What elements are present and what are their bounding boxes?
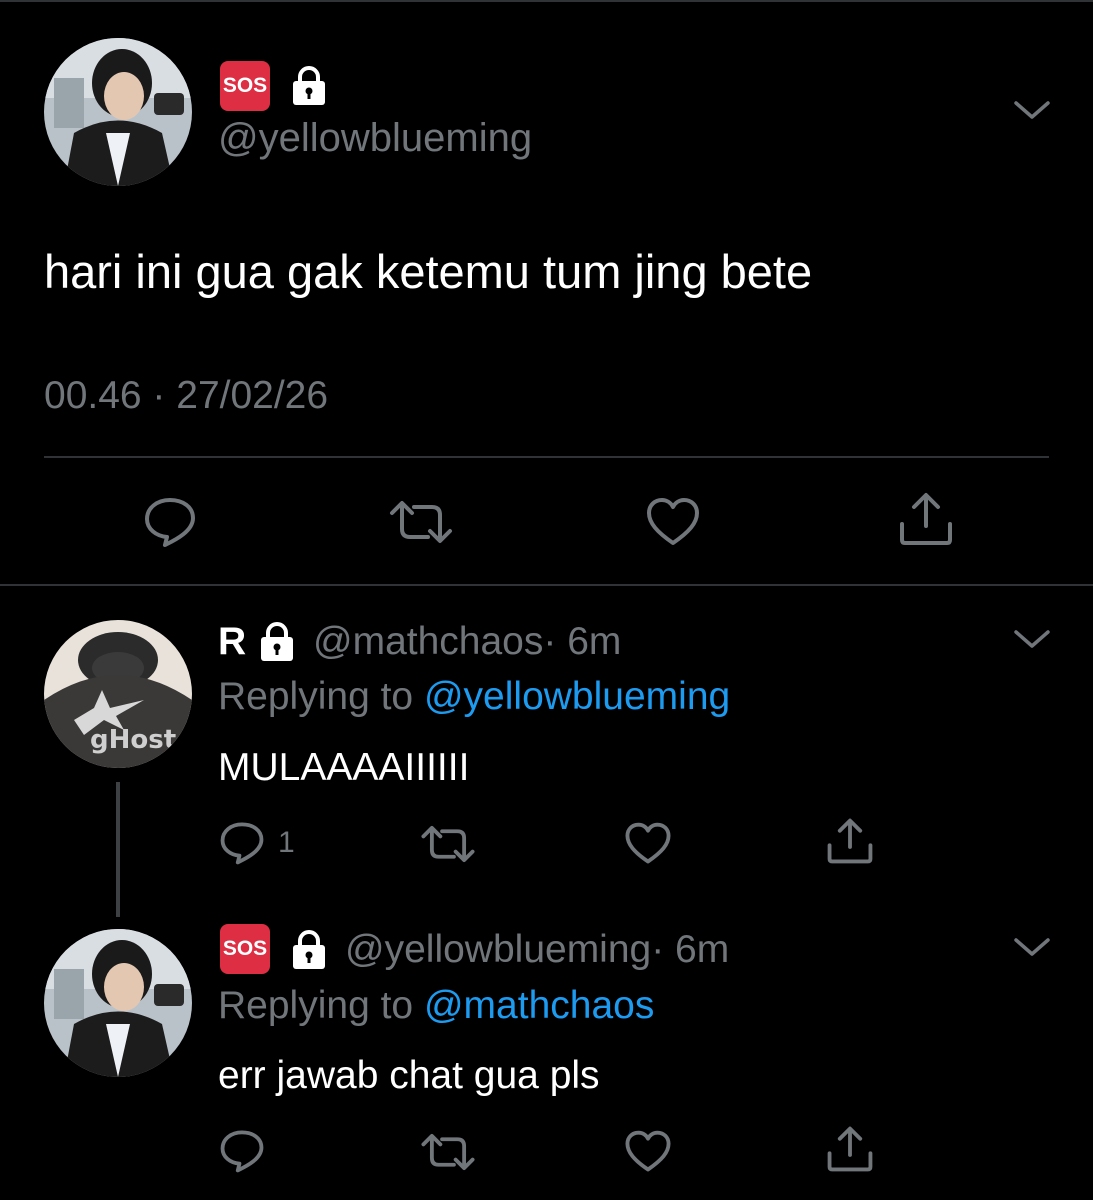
divider xyxy=(0,584,1093,586)
replying-to-label: Replying to xyxy=(218,675,414,718)
avatar-photo xyxy=(44,38,192,186)
top-divider xyxy=(0,0,1093,2)
author-handle[interactable]: @yellowblueming xyxy=(218,116,532,161)
avatar[interactable] xyxy=(44,38,192,186)
chevron-down-icon[interactable] xyxy=(1012,932,1052,967)
sos-badge: SOS xyxy=(220,61,270,111)
reply-author-handle[interactable]: @yellowblueming· 6m xyxy=(345,928,729,972)
reply-count: 1 xyxy=(278,826,295,859)
reply-author-handle[interactable]: @mathchaos· 6m xyxy=(313,620,621,664)
chevron-down-icon[interactable] xyxy=(1012,95,1052,130)
like-icon[interactable] xyxy=(645,497,701,552)
handle-text[interactable]: @yellowblueming xyxy=(345,928,651,971)
tweet-text: hari ini gua gak ketemu tum jing bete xyxy=(44,245,813,298)
mention-link[interactable]: @yellowblueming xyxy=(424,675,730,718)
share-icon[interactable] xyxy=(826,818,874,869)
replying-to-line: Replying to @mathchaos xyxy=(218,984,654,1028)
tweet-timestamp[interactable]: 00.46 · 27/02/26 xyxy=(44,374,328,418)
svg-text:gHost: gHost xyxy=(90,725,176,755)
lock-icon xyxy=(288,928,330,975)
replying-to-label: Replying to xyxy=(218,984,414,1027)
reply-time[interactable]: · 6m xyxy=(651,928,729,971)
reply-text: err jawab chat gua pls xyxy=(218,1054,600,1097)
like-icon[interactable] xyxy=(624,822,672,870)
chevron-down-icon[interactable] xyxy=(1012,624,1052,659)
lock-icon xyxy=(288,64,330,111)
divider xyxy=(44,456,1049,458)
reply-icon[interactable] xyxy=(219,821,265,870)
reply-icon[interactable] xyxy=(219,1129,265,1178)
retweet-icon[interactable] xyxy=(388,499,454,550)
avatar[interactable]: gHost xyxy=(44,620,192,768)
like-icon[interactable] xyxy=(624,1130,672,1178)
handle-text[interactable]: @mathchaos xyxy=(313,620,543,663)
avatar-photo: gHost xyxy=(44,620,192,768)
share-icon[interactable] xyxy=(898,492,954,551)
avatar[interactable] xyxy=(44,929,192,1077)
lock-icon xyxy=(256,620,298,667)
retweet-icon[interactable] xyxy=(420,1132,476,1177)
thread-connector xyxy=(116,782,120,917)
reply-time[interactable]: · 6m xyxy=(543,620,621,663)
replying-to-line: Replying to @yellowblueming xyxy=(218,675,730,719)
mention-link[interactable]: @mathchaos xyxy=(424,984,654,1027)
reply-author-name[interactable]: R xyxy=(218,620,246,664)
reply-icon[interactable] xyxy=(143,496,197,553)
reply-text: MULAAAAIIIIII xyxy=(218,746,470,789)
sos-badge: SOS xyxy=(220,924,270,974)
retweet-icon[interactable] xyxy=(420,824,476,869)
share-icon[interactable] xyxy=(826,1126,874,1177)
avatar-photo xyxy=(44,929,192,1077)
